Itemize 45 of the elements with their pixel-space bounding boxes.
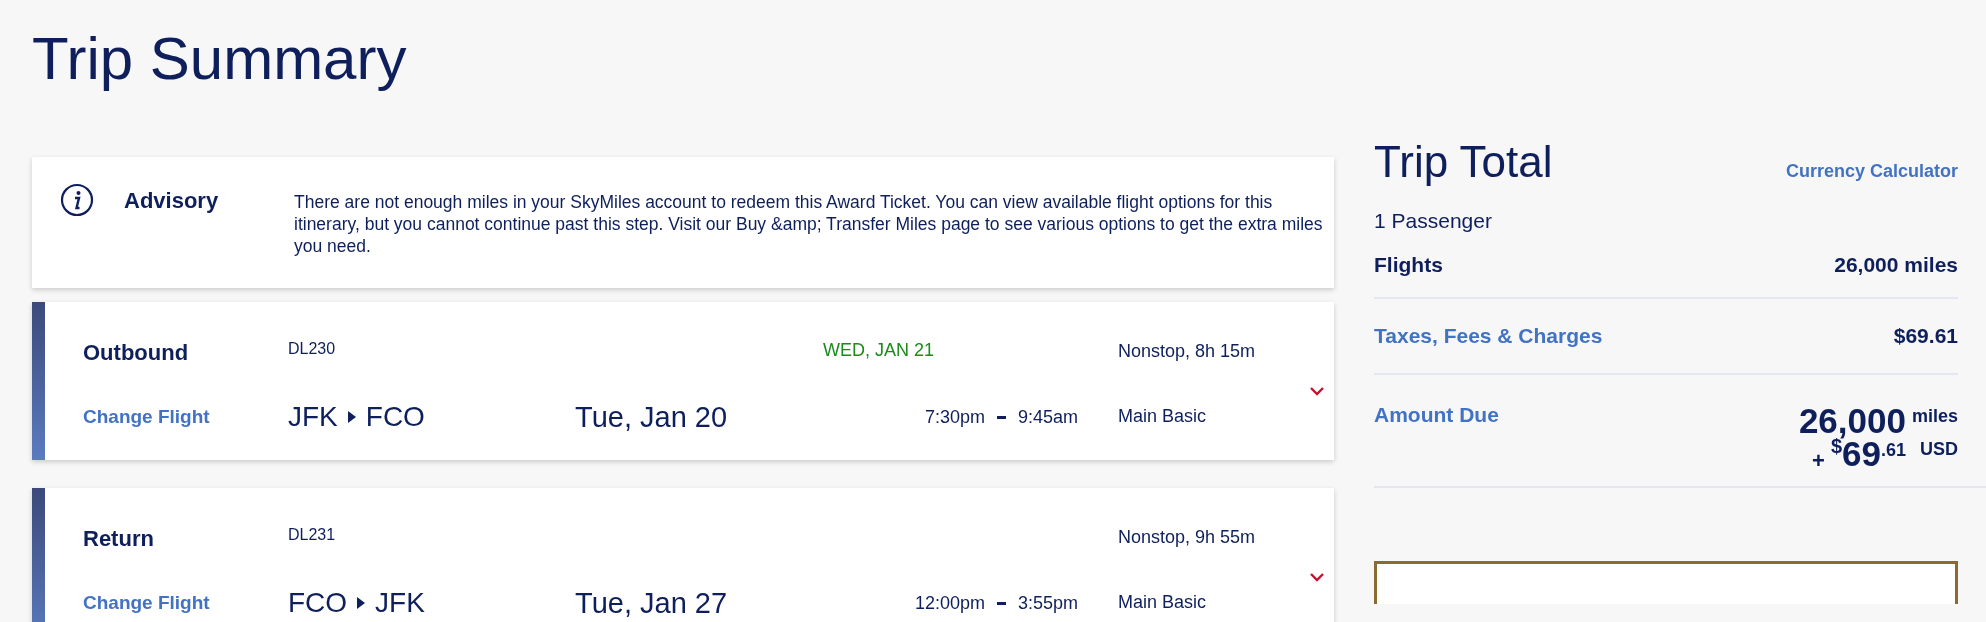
change-flight-link[interactable]: Change Flight [83,592,288,614]
flight-duration: Nonstop, 9h 55m [1118,526,1257,549]
flight-duration: Nonstop, 8h 15m [1118,340,1257,363]
arrival-time: 9:45am [1017,406,1078,428]
currency-calculator-link[interactable]: Currency Calculator [1785,161,1958,182]
airport-code: FCO [365,401,425,433]
chevron-icon[interactable] [1309,386,1325,396]
flight-date: Tue, Jan 27 [575,586,729,620]
trip-total-title: Trip Total [1374,137,1553,187]
currency-symbol: $ [1830,436,1842,456]
flight-date: Tue, Jan 20 [575,400,729,434]
flight-direction: Outbound [83,340,190,366]
arrow-right-icon [357,597,366,609]
dash-icon [996,601,1006,605]
info-icon [60,183,94,217]
flight-number: DL231 [288,526,337,544]
amount-due-label: Amount Due [1374,403,1499,428]
flight-number: DL230 [288,340,337,358]
advisory-title: Advisory [124,188,220,214]
passenger-count: 1 Passenger [1374,209,1493,233]
currency-code: USD [1920,440,1958,458]
line-label: Flights [1374,253,1443,277]
line-amount: $69.61 [1893,324,1958,348]
change-flight-link[interactable]: Change Flight [83,406,288,428]
departure-time: 12:00pm [914,592,985,614]
airport-code: FCO [288,587,348,619]
flight-direction: Return [83,526,155,552]
chevron-icon[interactable] [1309,572,1325,582]
miles-amount: 26,000 [1798,403,1906,438]
cents-amount: .61 [1880,441,1906,459]
fare-class: Main Basic [1118,405,1208,429]
plus-sign: + [1812,450,1825,472]
arrival-date: WED, JAN 21 [823,340,936,361]
page-title: Trip Summary [32,24,408,94]
advisory-message: There are not enough miles in your SkyMiles account to redeem this Award Ticket. You can view available flight options for this itinerary, but you cannot continue past this step. Visit our Buy &amp; Transfer Miles page to see various options to get the extra miles you need. [294,191,1324,257]
fare-class: Main Basic [1118,591,1208,615]
arrival-time: 3:55pm [1017,592,1078,614]
dash-icon [996,415,1006,419]
arrow-right-icon [347,411,356,423]
line-amount: 26,000 miles [1834,253,1958,277]
miles-unit: miles [1911,407,1958,425]
departure-time: 7:30pm [924,406,985,428]
airport-code: JFK [375,587,425,619]
airport-code: JFK [288,401,338,433]
fees-link[interactable]: Taxes, Fees & Charges [1374,324,1603,348]
